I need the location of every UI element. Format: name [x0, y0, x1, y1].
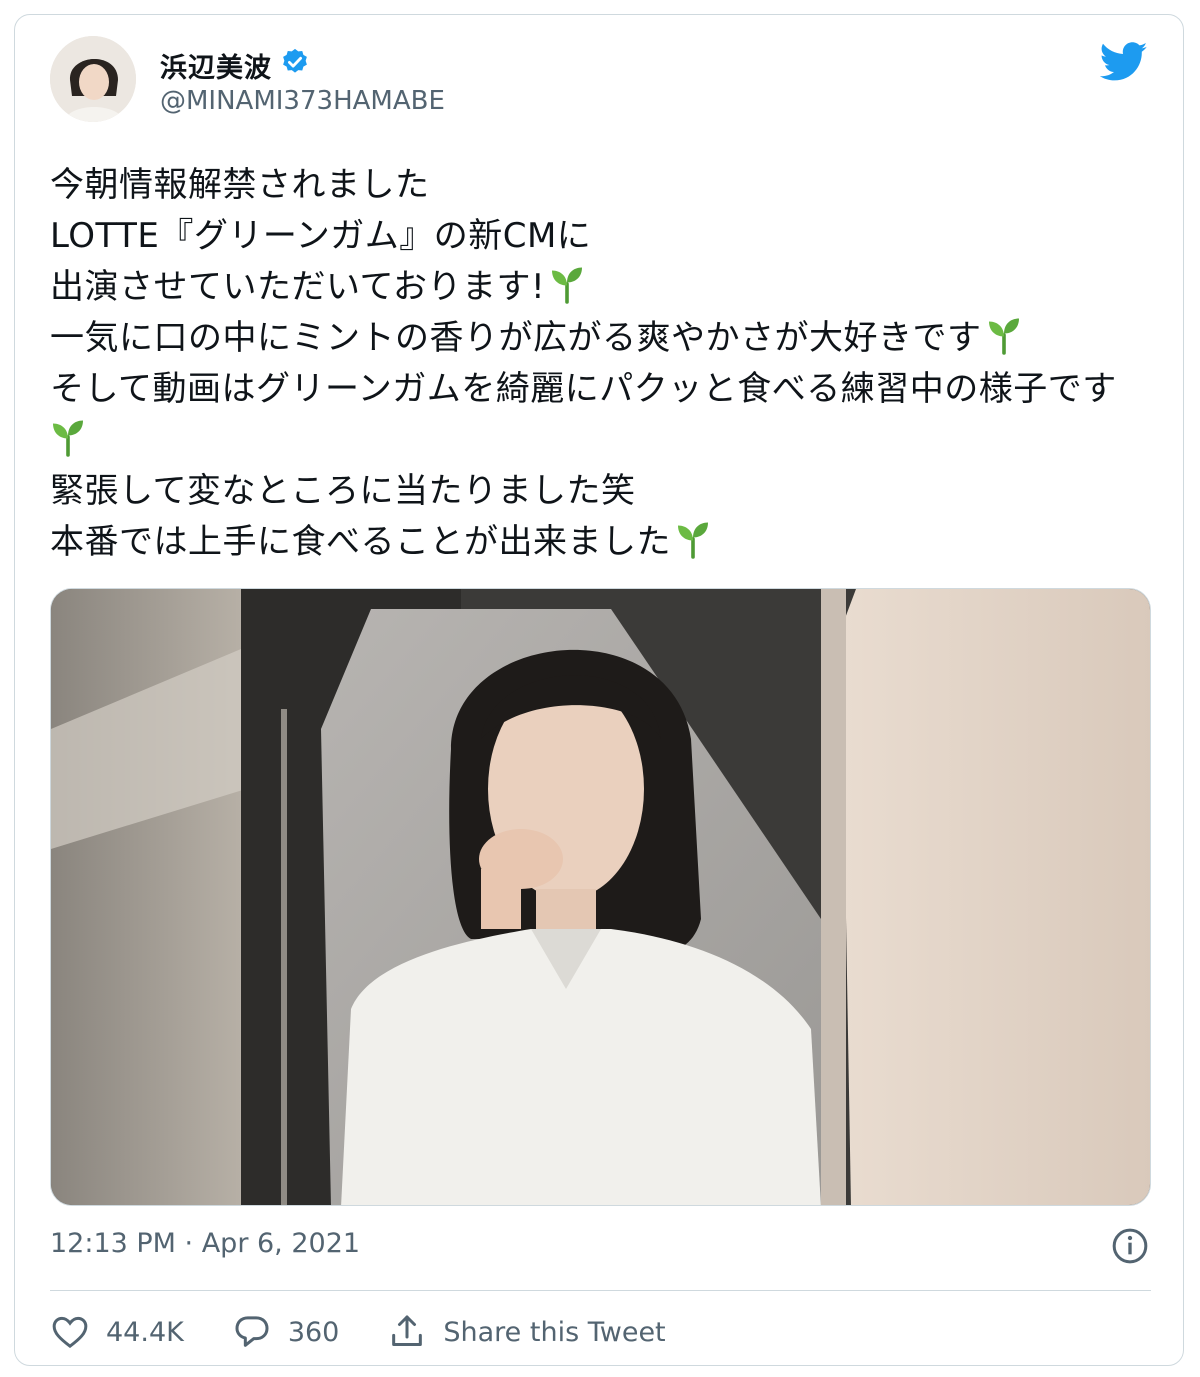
seedling-emoji-icon: [675, 519, 711, 574]
seedling-emoji-icon: [50, 417, 86, 472]
heart-icon: [52, 1316, 88, 1349]
seedling-emoji-icon: [549, 264, 585, 319]
tweet-line: 一気に口の中にミントの香りが広がる爽やかさが大好きです: [50, 313, 1130, 364]
tweet-timestamp[interactable]: 12:13 PM · Apr 6, 2021: [50, 1228, 360, 1259]
tweet-line: 今朝情報解禁されました: [50, 160, 1130, 211]
reply-button[interactable]: 360: [232, 1312, 340, 1352]
tweet-line-text: 緊張して変なところに当たりました笑: [50, 471, 636, 511]
tweet-video[interactable]: [50, 588, 1151, 1206]
like-button[interactable]: 44.4K: [50, 1312, 184, 1352]
tweet-line-text: 出演させていただいております!: [50, 267, 546, 307]
tweet-line: [50, 415, 1130, 466]
avatar[interactable]: [50, 36, 136, 122]
divider: [50, 1290, 1151, 1291]
tweet-line: 本番では上手に食べることが出来ました: [50, 517, 1130, 568]
seedling-emoji-icon: [986, 315, 1022, 370]
tweet-line-text: 今朝情報解禁されました: [50, 165, 430, 205]
reply-bubble-icon: [235, 1316, 269, 1347]
verified-badge-icon: [280, 47, 310, 84]
author-handle[interactable]: @MINAMI373HAMABE: [160, 86, 445, 116]
share-button[interactable]: Share this Tweet: [387, 1312, 666, 1352]
author-display-name[interactable]: 浜辺美波: [160, 46, 310, 85]
share-label: Share this Tweet: [443, 1316, 666, 1348]
tweet-line-text: 本番では上手に食べることが出来ました: [50, 522, 671, 562]
reply-count: 360: [287, 1316, 340, 1348]
tweet-line-text: LOTTE『グリーンガム』の新CMに: [50, 216, 592, 256]
tweet-line: LOTTE『グリーンガム』の新CMに: [50, 211, 1130, 262]
like-count: 44.4K: [106, 1316, 184, 1348]
share-upload-icon: [392, 1315, 423, 1346]
tweet-line-text: 一気に口の中にミントの香りが広がる爽やかさが大好きです: [50, 318, 982, 358]
tweet-text: 今朝情報解禁されました LOTTE『グリーンガム』の新CMに 出演させていただい…: [50, 160, 1130, 568]
tweet-line: そして動画はグリーンガムを綺麗にパクッと食べる練習中の様子です: [50, 364, 1130, 415]
info-icon[interactable]: [1110, 1226, 1150, 1270]
tweet-line-text: そして動画はグリーンガムを綺麗にパクッと食べる練習中の様子です: [50, 369, 1117, 409]
tweet-line: 出演させていただいております!: [50, 262, 1130, 313]
tweet-actions: 44.4K 360 Share this Tweet: [50, 1312, 714, 1352]
tweet-line: 緊張して変なところに当たりました笑: [50, 466, 1130, 517]
twitter-bird-icon[interactable]: [1099, 42, 1148, 86]
display-name-text[interactable]: 浜辺美波: [160, 46, 272, 85]
